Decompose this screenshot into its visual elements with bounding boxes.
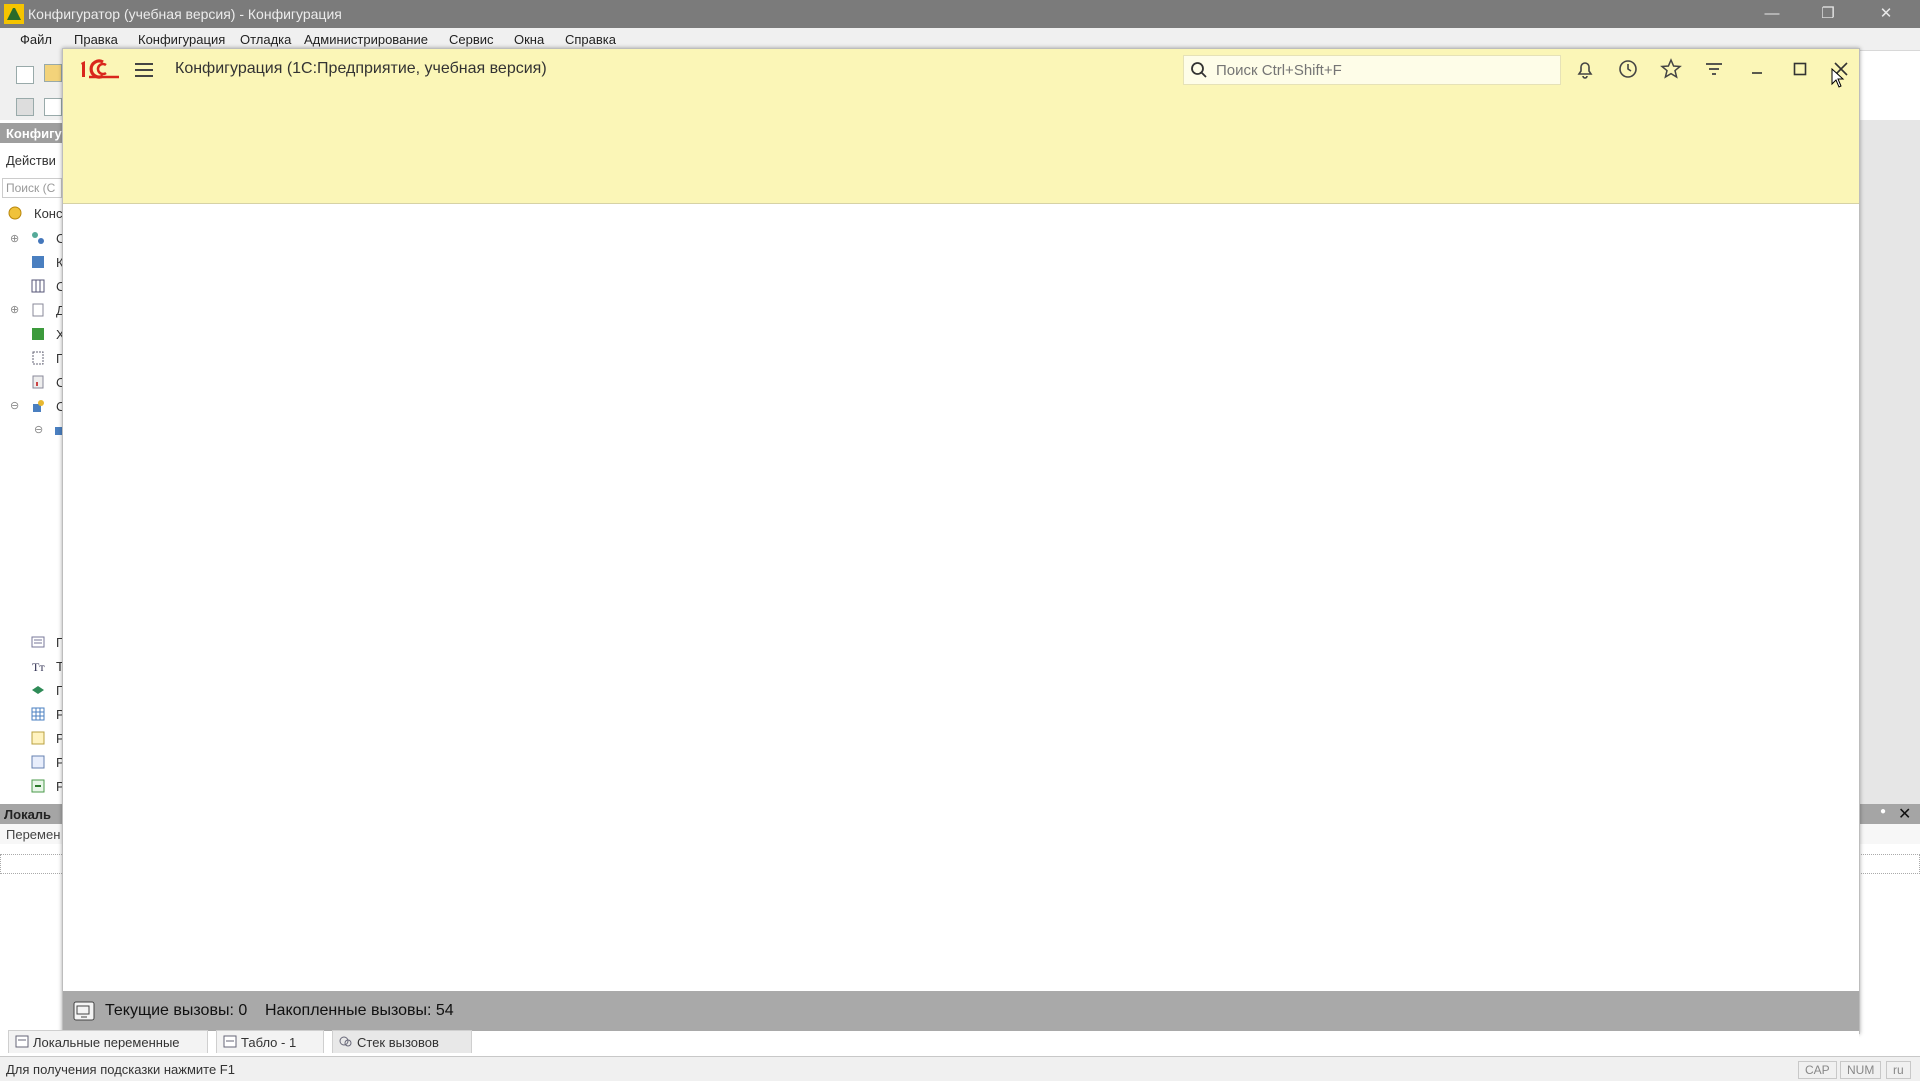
enterprise-window: Конфигурация (1С:Предприятие, учебная ве…: [62, 48, 1860, 1042]
tab-local-variables-label: Локальные переменные: [33, 1035, 180, 1050]
outer-right-panel: [1858, 120, 1920, 810]
panel-close-icon[interactable]: ✕: [1898, 804, 1911, 824]
list-icon: [31, 636, 45, 648]
tree-search-placeholder: Поиск (С: [6, 181, 56, 195]
constants-icon: [32, 256, 44, 268]
forms-icon: [32, 351, 44, 365]
new-file-icon[interactable]: [16, 66, 34, 84]
outer-window-title: Конфигуратор (учебная версия) - Конфигур…: [28, 6, 342, 22]
maximize-icon[interactable]: [1788, 57, 1812, 81]
menu-edit[interactable]: Правка: [74, 32, 118, 47]
text-block-icon: [31, 755, 45, 769]
server-calls-monitor-icon[interactable]: [73, 1001, 95, 1021]
menu-file[interactable]: Файл: [20, 32, 52, 47]
collapse-icon[interactable]: ⊖: [34, 423, 43, 436]
status-hint: Для получения подсказки нажмите F1: [6, 1062, 235, 1077]
global-search-input[interactable]: [1214, 60, 1548, 80]
favorites-star-icon[interactable]: [1659, 57, 1683, 81]
common-objects-icon: [32, 232, 44, 244]
tab-call-stack-label: Стек вызовов: [357, 1035, 439, 1050]
configuration-panel-header: Конфигу: [0, 123, 62, 143]
actions-menu[interactable]: Действи: [6, 153, 56, 168]
tree-search-field[interactable]: Поиск (С: [2, 178, 62, 198]
documents-icon: [32, 303, 44, 317]
toolbar-tool-icon[interactable]: [16, 98, 34, 116]
picture-icon: [31, 731, 45, 745]
tab-watch-label: Табло - 1: [241, 1035, 297, 1050]
enterprise-status-bar: Текущие вызовы: 0 Накопленные вызовы: 54: [63, 991, 1859, 1031]
menu-service[interactable]: Сервис: [449, 32, 494, 47]
menu-help[interactable]: Справка: [565, 32, 616, 47]
layers-icon: [32, 686, 44, 694]
notifications-bell-icon[interactable]: [1573, 57, 1597, 81]
enterprise-titlebar: Конфигурация (1С:Предприятие, учебная ве…: [63, 49, 1859, 89]
outer-titlebar: Конфигуратор (учебная версия) - Конфигур…: [0, 0, 1920, 28]
tree-root-label[interactable]: Конс: [34, 206, 62, 221]
tab-local-variables[interactable]: Локальные переменные: [8, 1030, 208, 1053]
registers-icon: [32, 328, 44, 340]
search-icon: [1191, 62, 1207, 78]
expand-icon[interactable]: ⊕: [10, 303, 19, 316]
status-bar: Для получения подсказки нажмите F1 CAP N…: [0, 1056, 1920, 1081]
main-menu-icon[interactable]: [133, 59, 155, 79]
pin-icon[interactable]: ●: [1880, 806, 1886, 817]
reports-icon: [32, 375, 44, 389]
enterprise-workspace: [63, 204, 1859, 1042]
expand-icon[interactable]: ⊕: [10, 232, 19, 245]
configuration-root-icon: [8, 206, 22, 220]
global-search-box[interactable]: [1183, 55, 1561, 85]
toolbar-tool-icon-2[interactable]: [44, 98, 62, 116]
collapse-icon[interactable]: ⊖: [10, 399, 19, 412]
call-stack-tab-icon: [339, 1036, 352, 1047]
tab-watch[interactable]: Табло - 1: [216, 1030, 324, 1053]
menu-windows[interactable]: Окна: [514, 32, 544, 47]
1c-logo-icon[interactable]: [77, 57, 121, 81]
subsystems-icon: [33, 400, 44, 412]
language-indicator[interactable]: ru: [1886, 1061, 1911, 1079]
menu-debug[interactable]: Отладка: [240, 32, 291, 47]
accumulated-calls-counter: Накопленные вызовы: 54: [265, 1002, 454, 1019]
open-file-icon[interactable]: [44, 64, 62, 82]
table-icon: [31, 707, 45, 721]
variables-column-header: Перемен: [6, 827, 61, 842]
menu-configuration[interactable]: Конфигурация: [138, 32, 225, 47]
svg-text:Tт: Tт: [32, 660, 45, 673]
plus-item-icon: [31, 779, 45, 793]
num-lock-indicator: NUM: [1840, 1061, 1882, 1079]
catalogs-icon: [31, 279, 45, 293]
outer-minimize-button[interactable]: —: [1752, 2, 1792, 26]
configuration-panel-title: Конфигу: [6, 126, 62, 141]
configurator-app-icon: [4, 4, 24, 24]
outer-close-button[interactable]: ✕: [1866, 2, 1906, 26]
caps-lock-indicator: CAP: [1798, 1061, 1837, 1079]
current-calls-counter: Текущие вызовы: 0: [105, 1002, 248, 1019]
history-icon[interactable]: [1616, 57, 1640, 81]
text-type-icon: Tт: [32, 660, 45, 673]
outer-restore-button[interactable]: ❐: [1808, 2, 1848, 26]
local-variables-panel-title: Локаль: [4, 807, 52, 822]
watch-tab-icon: [223, 1035, 237, 1048]
minimize-icon[interactable]: [1745, 57, 1769, 81]
enterprise-sections-panel: [63, 89, 1859, 204]
local-variables-tab-icon: [15, 1035, 29, 1048]
filter-menu-icon[interactable]: [1702, 57, 1726, 81]
outer-toolbar: [0, 50, 62, 128]
menu-administration[interactable]: Администрирование: [304, 32, 428, 47]
mouse-cursor-icon: [1831, 68, 1845, 88]
tab-call-stack[interactable]: Стек вызовов: [332, 1030, 472, 1053]
enterprise-window-title: Конфигурация (1С:Предприятие, учебная ве…: [175, 60, 547, 77]
